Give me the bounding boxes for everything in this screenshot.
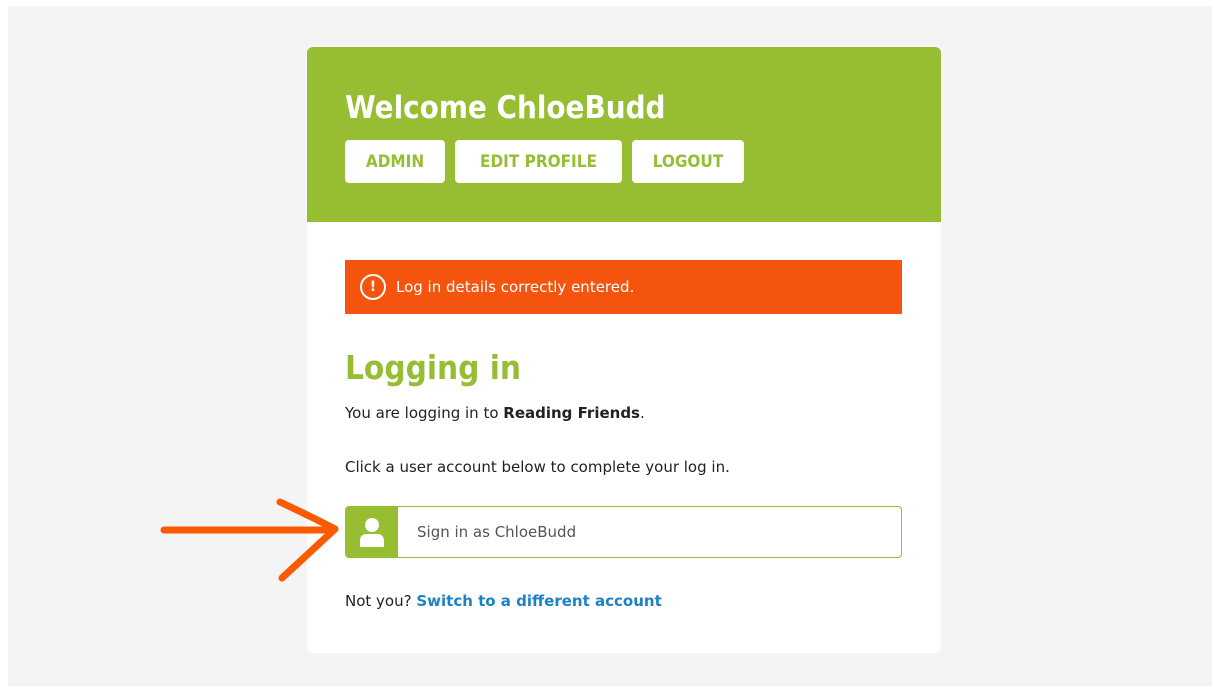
intro-suffix: .: [640, 404, 645, 422]
not-you-prefix: Not you?: [345, 592, 417, 610]
status-alert: ! Log in details correctly entered.: [345, 260, 902, 314]
page-title: Logging in: [345, 348, 522, 387]
sign-in-label: Sign in as ChloeBudd: [417, 523, 577, 541]
login-card: Welcome ChloeBudd ADMIN EDIT PROFILE LOG…: [307, 47, 941, 653]
user-icon: [360, 518, 384, 547]
edit-profile-button[interactable]: EDIT PROFILE: [455, 140, 622, 183]
user-icon-box: [346, 507, 398, 557]
switch-account-link[interactable]: Switch to a different account: [416, 592, 661, 610]
logout-button[interactable]: LOGOUT: [632, 140, 744, 183]
app-name: Reading Friends: [503, 404, 640, 422]
page-background: Welcome ChloeBudd ADMIN EDIT PROFILE LOG…: [8, 6, 1212, 686]
sign-in-as-user-button[interactable]: Sign in as ChloeBudd: [345, 506, 902, 558]
header-button-group: ADMIN EDIT PROFILE LOGOUT: [345, 140, 744, 183]
intro-prefix: You are logging in to: [345, 404, 504, 422]
admin-button[interactable]: ADMIN: [345, 140, 445, 183]
intro-text: You are logging in to Reading Friends.: [345, 404, 645, 422]
instruction-text: Click a user account below to complete y…: [345, 458, 730, 476]
alert-message: Log in details correctly entered.: [396, 278, 635, 296]
card-header: Welcome ChloeBudd ADMIN EDIT PROFILE LOG…: [307, 47, 941, 222]
welcome-title: Welcome ChloeBudd: [345, 90, 666, 126]
exclamation-circle-icon: !: [360, 274, 386, 300]
not-you-text: Not you? Switch to a different account: [345, 592, 662, 610]
